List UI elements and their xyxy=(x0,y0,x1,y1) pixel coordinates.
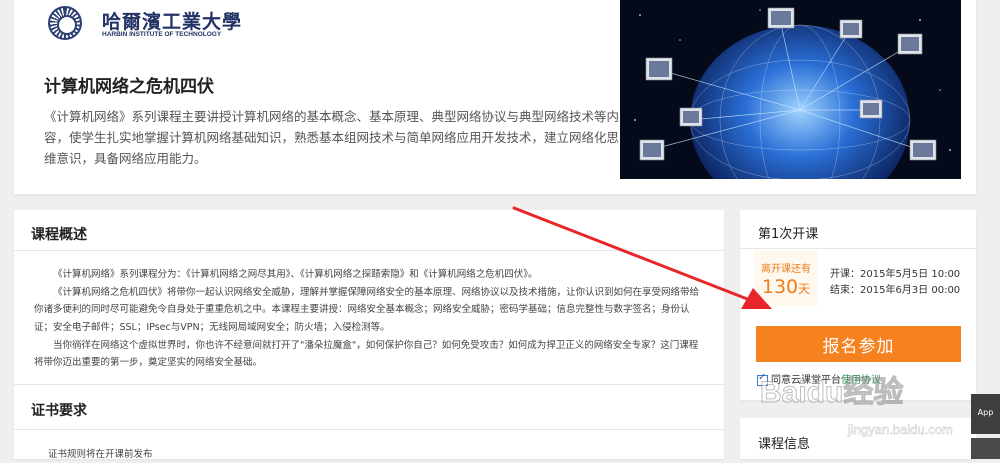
agreement-checkbox[interactable] xyxy=(757,372,768,386)
session-start-date: 开课：2015年5月5日 10:00 xyxy=(830,269,961,280)
course-header-card: 哈爾濱工業大學 HARBIN INSTITUTE OF TECHNOLOGY 计… xyxy=(14,0,976,194)
network-globe-illustration xyxy=(620,0,961,179)
session-end-date: 结束：2015年6月3日 00:00 xyxy=(830,285,961,296)
countdown-box: 离开课还有 130天 xyxy=(754,250,818,306)
course-overview-card: 课程概述 《计算机网络》系列课程分为：《计算机网络之网尽其用》、《计算机网络之探… xyxy=(14,210,724,460)
course-info-title: 课程信息 xyxy=(758,437,811,452)
countdown-number: 130 xyxy=(761,276,799,298)
countdown-label: 离开课还有 xyxy=(761,264,811,275)
certificate-divider xyxy=(14,429,724,430)
course-info-card: 课程信息 xyxy=(740,418,976,459)
university-logo[interactable]: 哈爾濱工業大學 HARBIN INSTITUTE OF TECHNOLOGY xyxy=(48,6,248,42)
session-divider xyxy=(740,248,976,249)
university-name-en: HARBIN INSTITUTE OF TECHNOLOGY xyxy=(102,31,222,38)
overview-paragraph-2: 《计算机网络之危机四伏》将带你一起认识网络安全威胁，理解并掌握保障网络安全的基本… xyxy=(34,287,700,333)
app-download-tab[interactable]: App xyxy=(971,394,1000,434)
session-title: 第1次开课 xyxy=(758,227,819,242)
session-card: 第1次开课 离开课还有 130天 开课：2015年5月5日 10:00 结束：2… xyxy=(740,210,976,400)
agreement-row: 同意云课堂平台使用协议 xyxy=(757,371,881,386)
signup-button[interactable]: 报名参加 xyxy=(756,326,961,362)
course-cover-image xyxy=(620,0,961,179)
agreement-link[interactable]: 使用协议 xyxy=(841,375,881,386)
course-description: 《计算机网络》系列课程主要讲授计算机网络的基本概念、基本原理、典型网络协议与典型… xyxy=(44,109,620,166)
university-name-cn: 哈爾濱工業大學 xyxy=(102,11,243,33)
overview-divider xyxy=(14,250,724,251)
overview-title: 课程概述 xyxy=(31,227,87,243)
agreement-text: 同意云课堂平台 xyxy=(771,375,841,386)
side-tab-secondary[interactable] xyxy=(971,438,1000,459)
overview-paragraph-3: 当你徜徉在网络这个虚拟世界时，你也许不经意间就打开了"潘朵拉魔盒"，如何保护你自… xyxy=(34,340,699,369)
certificate-title: 证书要求 xyxy=(31,403,87,419)
certificate-text: 证书规则将在开课前发布 xyxy=(48,449,153,460)
countdown-value: 130天 xyxy=(754,276,818,298)
countdown-unit: 天 xyxy=(798,282,811,296)
certificate-divider-top xyxy=(14,384,724,385)
overview-paragraph-1: 《计算机网络》系列课程分为：《计算机网络之网尽其用》、《计算机网络之探赜索隐》和… xyxy=(53,269,538,280)
course-title: 计算机网络之危机四伏 xyxy=(44,77,214,97)
university-seal-icon xyxy=(48,6,82,40)
